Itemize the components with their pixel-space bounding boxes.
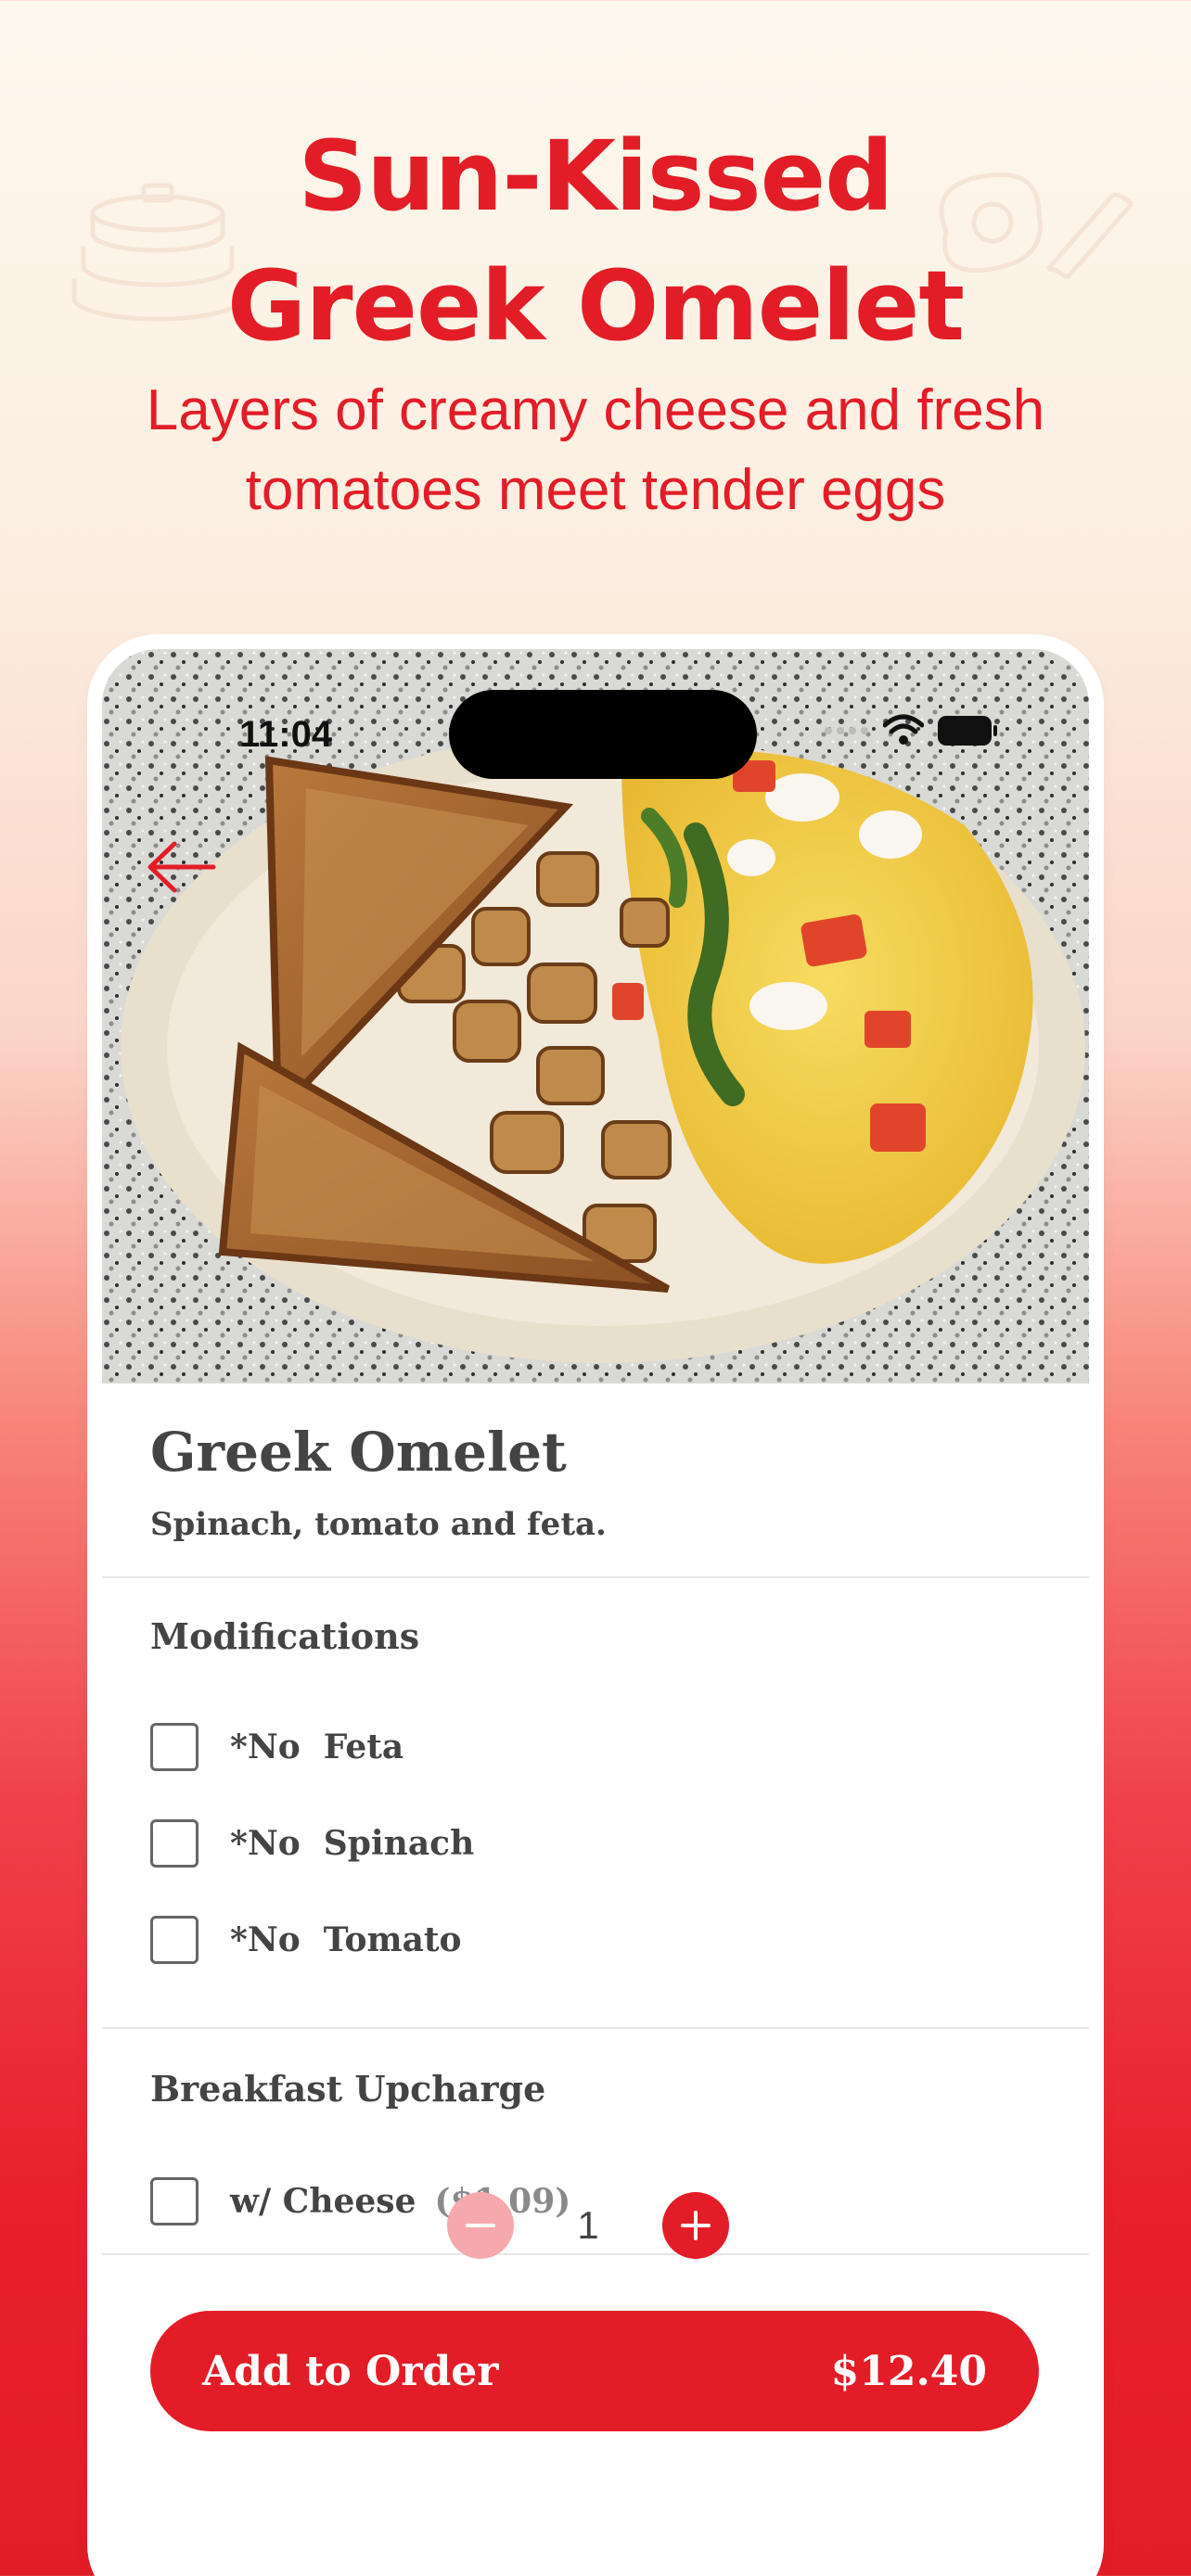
checkbox[interactable]: [150, 1916, 198, 1964]
checkbox[interactable]: [150, 1819, 198, 1868]
item-name: Greek Omelet: [150, 1421, 567, 1484]
status-time: 11:04: [239, 714, 333, 755]
upcharge-title: Breakfast Upcharge: [150, 2068, 546, 2110]
option-no-spinach[interactable]: *No Spinach: [150, 1817, 474, 1869]
option-no-feta[interactable]: *No Feta: [150, 1721, 403, 1773]
item-photo: 11:04: [102, 649, 1089, 1384]
divider: [102, 1576, 1089, 1578]
plus-icon[interactable]: [662, 2192, 729, 2259]
dynamic-island: [449, 690, 757, 779]
wifi-icon: [883, 714, 924, 745]
item-description: Spinach, tomato and feta.: [150, 1506, 607, 1543]
phone-screen: 11:04 Greek Omelet Spinach, tomato and f…: [95, 642, 1096, 2576]
status-icons: [824, 714, 998, 747]
option-label: *No Feta: [230, 1728, 404, 1766]
hero-subtitle-line-2: tomatoes meet tender eggs: [245, 458, 946, 522]
checkbox[interactable]: [150, 1723, 198, 1771]
add-to-order-price: $12.40: [830, 2347, 987, 2395]
signal-icon: [825, 727, 868, 734]
hero-title-line-1: Sun-Kissed: [298, 120, 893, 233]
hero-subtitle: Layers of creamy cheese and fresh tomato…: [0, 371, 1191, 530]
quantity-stepper: 1: [95, 2192, 1082, 2259]
hero-title-line-2: Greek Omelet: [226, 249, 965, 363]
option-label: *No Tomato: [230, 1920, 462, 1959]
add-to-order-label: Add to Order: [202, 2347, 499, 2395]
quantity-value: 1: [577, 2203, 599, 2247]
add-to-order-button[interactable]: Add to Order $12.40: [150, 2311, 1039, 2431]
option-label: *No Spinach: [230, 1824, 475, 1863]
minus-icon[interactable]: [447, 2192, 514, 2259]
hero-subtitle-line-1: Layers of creamy cheese and fresh: [146, 378, 1045, 442]
back-arrow-icon[interactable]: [139, 835, 223, 899]
option-no-tomato[interactable]: *No Tomato: [150, 1914, 462, 1966]
divider: [102, 2027, 1089, 2029]
battery-icon: [938, 716, 997, 746]
modifications-title: Modifications: [150, 1615, 420, 1657]
hero-title: Sun-Kissed Greek Omelet: [0, 111, 1191, 371]
